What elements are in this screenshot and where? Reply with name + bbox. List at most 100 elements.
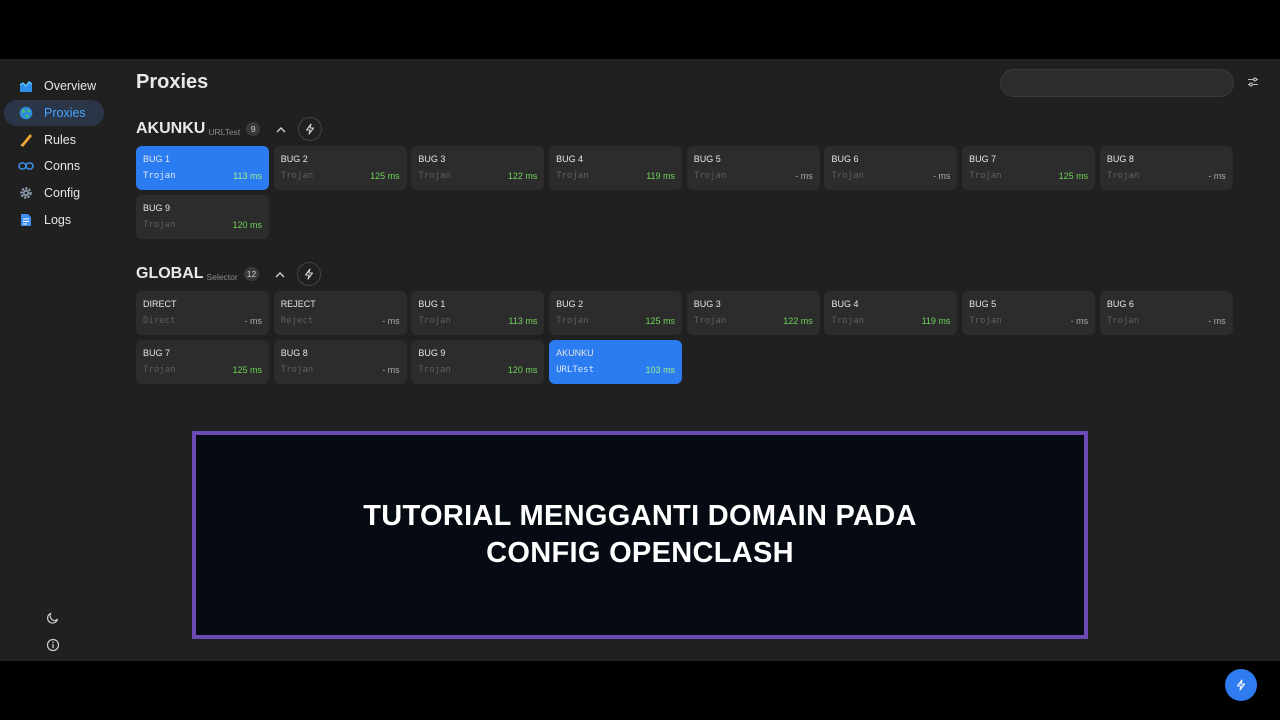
- group-name: AKUNKU: [136, 120, 206, 137]
- proxy-card[interactable]: BUG 6 Trojan - ms: [1099, 291, 1233, 335]
- proxy-card[interactable]: BUG 3 Trojan 122 ms: [686, 291, 820, 335]
- proxy-type: Trojan: [556, 316, 589, 326]
- proxy-delay: - ms: [1208, 171, 1226, 181]
- proxy-name: BUG 9: [143, 202, 171, 213]
- proxy-card[interactable]: BUG 3 Trojan 122 ms: [411, 146, 545, 190]
- sidebar-item-config[interactable]: Config: [4, 180, 104, 206]
- proxy-type: Trojan: [143, 219, 176, 230]
- chevron-up-icon: [275, 271, 285, 277]
- proxy-type: URLTest: [556, 364, 594, 375]
- proxy-grid-global: DIRECT Direct - ms REJECT Reject - ms BUG 1 Tro…: [136, 291, 1233, 384]
- proxy-card[interactable]: BUG 1 Trojan 113 ms: [411, 291, 545, 335]
- proxy-card[interactable]: BUG 5 Trojan - ms: [962, 291, 1096, 335]
- proxy-delay: 120 ms: [507, 364, 538, 375]
- test-all-fab[interactable]: [1225, 669, 1257, 701]
- proxy-name: BUG 1: [143, 154, 171, 164]
- proxy-card[interactable]: BUG 2 Trojan 125 ms: [273, 146, 407, 190]
- chart-icon: [18, 78, 34, 94]
- proxy-card[interactable]: BUG 7 Trojan 125 ms: [136, 339, 269, 384]
- proxy-type: Trojan: [693, 171, 727, 181]
- proxy-name: BUG 2: [280, 154, 308, 164]
- sidebar-item-conns[interactable]: Conns: [4, 153, 104, 179]
- proxy-delay: - ms: [932, 171, 951, 181]
- sidebar: Overview Proxies Rules Conns Config Logs: [0, 59, 112, 661]
- proxy-delay: 103 ms: [645, 364, 676, 375]
- theme-toggle-button[interactable]: [46, 611, 60, 630]
- proxy-card[interactable]: BUG 1 Trojan 113 ms: [136, 146, 269, 190]
- proxy-name: BUG 5: [969, 299, 997, 309]
- proxy-card[interactable]: BUG 8 Trojan - ms: [273, 339, 407, 384]
- proxy-card[interactable]: BUG 4 Trojan 119 ms: [824, 291, 958, 335]
- lightning-icon: [1236, 679, 1246, 691]
- sidebar-item-logs[interactable]: Logs: [4, 207, 104, 233]
- collapse-button[interactable]: [274, 122, 288, 136]
- proxy-delay: 125 ms: [232, 364, 262, 375]
- proxy-name: BUG 1: [418, 299, 446, 309]
- proxy-card[interactable]: BUG 6 Trojan - ms: [824, 146, 958, 190]
- sidebar-item-proxies[interactable]: Proxies: [4, 99, 104, 126]
- proxy-type: Trojan: [418, 171, 451, 181]
- proxy-name: BUG 7: [969, 154, 997, 164]
- document-icon: [18, 212, 34, 228]
- proxy-name: BUG 2: [556, 299, 584, 309]
- proxy-delay: 125 ms: [1058, 171, 1089, 181]
- proxy-delay: 122 ms: [507, 171, 538, 181]
- proxy-type: Trojan: [280, 364, 314, 375]
- proxy-type: Trojan: [143, 171, 176, 181]
- proxy-card[interactable]: BUG 4 Trojan 119 ms: [549, 146, 683, 190]
- group-count-badge: 12: [243, 267, 260, 281]
- link-icon: [18, 158, 34, 174]
- sidebar-item-overview[interactable]: Overview: [4, 73, 104, 99]
- proxy-name: BUG 8: [280, 347, 308, 358]
- proxy-name: BUG 6: [831, 154, 859, 164]
- ruler-icon: [18, 132, 34, 148]
- about-button[interactable]: [46, 638, 60, 657]
- latency-test-button[interactable]: [297, 262, 322, 286]
- proxy-type: Trojan: [969, 316, 1002, 326]
- sidebar-item-label: Logs: [44, 212, 72, 227]
- proxy-card[interactable]: BUG 5 Trojan - ms: [686, 146, 820, 190]
- proxy-card[interactable]: REJECT Reject - ms: [273, 291, 407, 335]
- proxy-card[interactable]: BUG 9 Trojan 120 ms: [136, 194, 269, 239]
- proxy-card[interactable]: DIRECT Direct - ms: [136, 291, 269, 335]
- proxy-name: BUG 3: [693, 299, 721, 309]
- proxy-type: Trojan: [143, 364, 176, 375]
- proxy-delay: 120 ms: [232, 219, 262, 230]
- proxy-card[interactable]: BUG 2 Trojan 125 ms: [549, 291, 683, 335]
- proxy-name: BUG 5: [693, 154, 721, 164]
- latency-test-button[interactable]: [298, 117, 323, 141]
- proxy-type: Trojan: [1106, 171, 1140, 181]
- sidebar-item-label: Overview: [44, 79, 97, 93]
- settings-button[interactable]: [1246, 75, 1262, 91]
- proxy-card[interactable]: BUG 8 Trojan - ms: [1099, 146, 1233, 190]
- proxy-type: Trojan: [831, 316, 864, 326]
- proxy-type: Trojan: [693, 316, 727, 326]
- proxy-name: BUG 6: [1106, 299, 1134, 309]
- proxy-name: BUG 9: [418, 347, 446, 358]
- proxy-name: BUG 4: [556, 154, 584, 164]
- banner-line-2: CONFIG OPENCLASH: [486, 537, 794, 569]
- proxy-type: Trojan: [418, 316, 451, 326]
- proxy-card[interactable]: BUG 9 Trojan 120 ms: [411, 339, 545, 384]
- proxy-delay: 122 ms: [783, 316, 813, 326]
- page-title: Proxies: [136, 71, 209, 93]
- sidebar-item-label: Conns: [44, 159, 81, 174]
- proxy-type: Trojan: [418, 364, 451, 375]
- search-input[interactable]: [1000, 69, 1234, 97]
- collapse-button[interactable]: [273, 267, 287, 281]
- title-banner: TUTORIAL MENGGANTI DOMAIN PADA CONFIG OP…: [192, 431, 1088, 639]
- proxy-grid-akunku: BUG 1 Trojan 113 ms BUG 2 Trojan 125 ms BUG 3 T…: [136, 146, 1233, 239]
- proxy-name: REJECT: [280, 299, 316, 309]
- proxy-card[interactable]: AKUNKU URLTest 103 ms: [549, 339, 683, 384]
- proxy-card[interactable]: BUG 7 Trojan 125 ms: [962, 146, 1096, 190]
- group-header-akunku: AKUNKU URLTest 9: [136, 117, 323, 141]
- chevron-up-icon: [276, 126, 286, 132]
- sidebar-item-rules[interactable]: Rules: [4, 127, 104, 153]
- proxy-name: AKUNKU: [556, 347, 594, 358]
- sidebar-item-label: Proxies: [44, 105, 86, 120]
- gear-icon: [18, 185, 34, 201]
- proxy-delay: - ms: [382, 316, 400, 326]
- proxy-name: BUG 7: [143, 347, 171, 358]
- sidebar-nav: Overview Proxies Rules Conns Config Logs: [4, 73, 104, 234]
- proxy-delay: 125 ms: [645, 316, 676, 326]
